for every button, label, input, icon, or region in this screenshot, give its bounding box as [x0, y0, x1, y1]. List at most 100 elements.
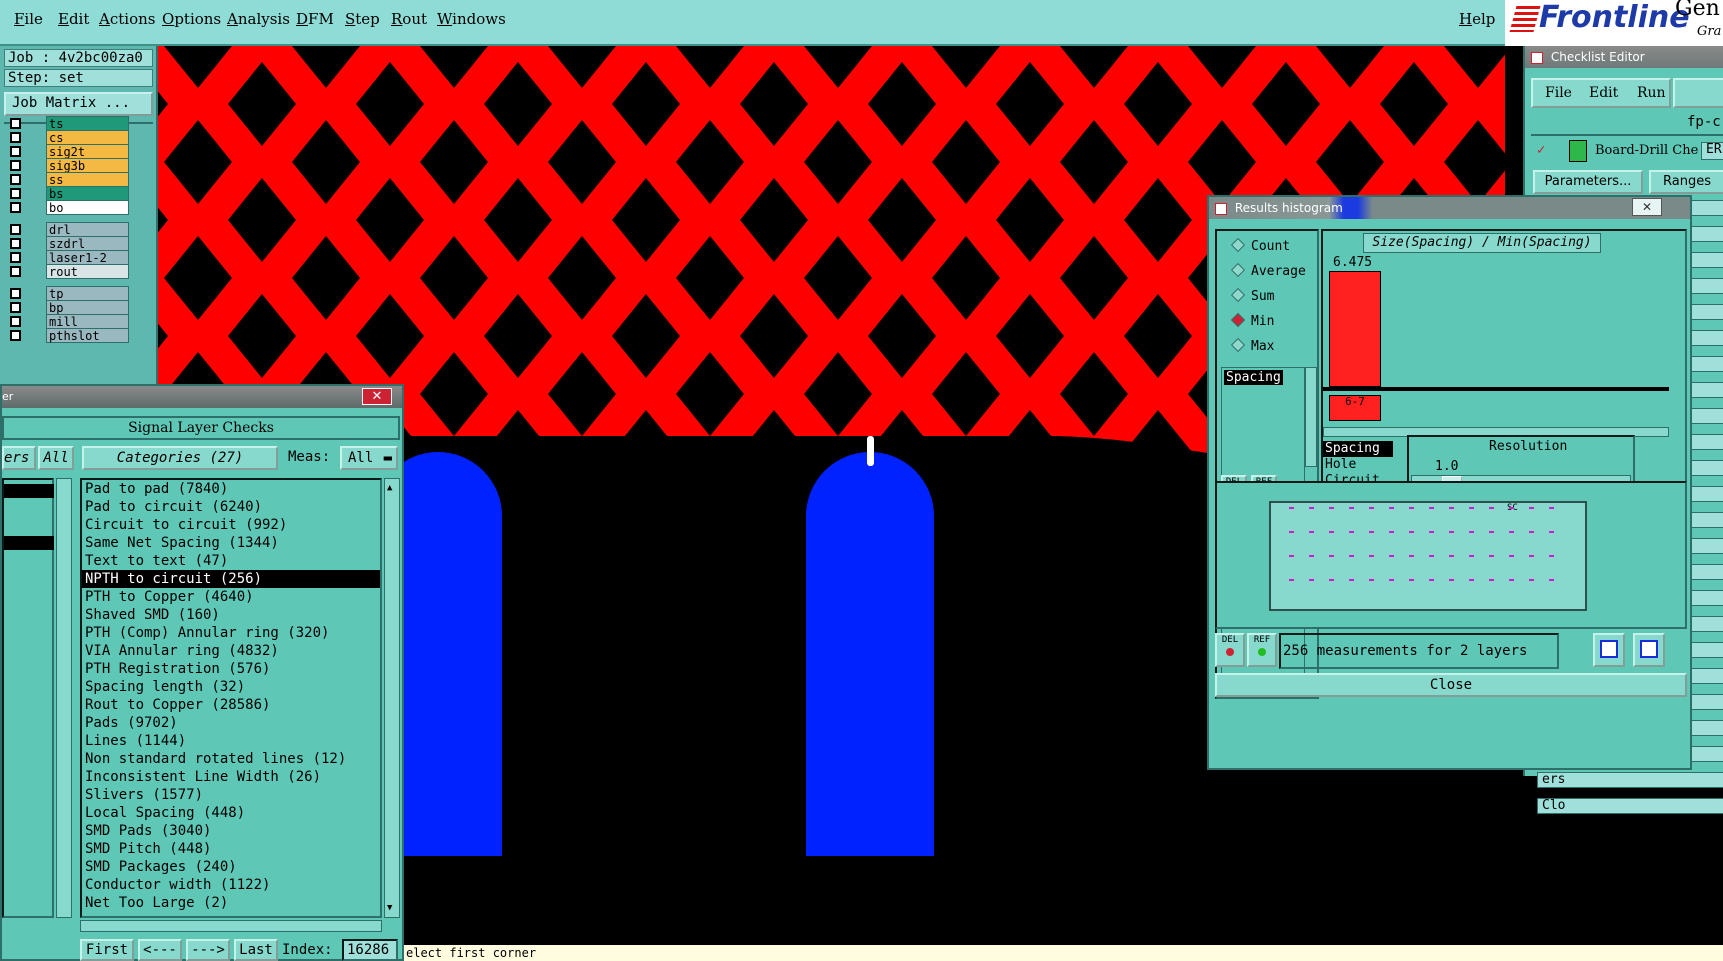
checklist-menu-file[interactable]: File: [1545, 85, 1572, 101]
list-item[interactable]: Conductor width (1122): [82, 876, 380, 894]
checklist-titlebar[interactable]: Checklist Editor: [1525, 46, 1723, 68]
layer-checkbox[interactable]: [10, 302, 21, 313]
list-item[interactable]: [4, 484, 54, 498]
layer-checkbox[interactable]: [10, 330, 21, 341]
list-item[interactable]: Pad to circuit (6240): [82, 498, 380, 516]
checklist-menu-run[interactable]: Run: [1637, 85, 1666, 101]
close-icon[interactable]: ✕: [362, 388, 392, 405]
list-item[interactable]: Same Net Spacing (1344): [82, 534, 380, 552]
layer-row[interactable]: sig2t: [6, 144, 129, 159]
layer-row[interactable]: sig3b: [6, 158, 129, 173]
list-item[interactable]: PTH (Comp) Annular ring (320): [82, 624, 380, 642]
radio-max[interactable]: Max: [1230, 337, 1274, 354]
layer-checkbox[interactable]: [10, 132, 21, 143]
location-map[interactable]: SC: [1269, 501, 1587, 611]
layer-swatch[interactable]: [26, 158, 46, 173]
type-list-scrollbar[interactable]: [1305, 367, 1317, 467]
check-name[interactable]: Board-Drill Che: [1595, 143, 1698, 158]
ref-button-bottom[interactable]: REF: [1247, 633, 1277, 667]
layer-name[interactable]: drl: [46, 222, 129, 237]
meas-select[interactable]: All ▬: [340, 446, 398, 470]
layer-swatch[interactable]: [26, 286, 46, 301]
menu-dfm[interactable]: DFM: [296, 10, 334, 28]
layer-checkbox[interactable]: [10, 188, 21, 199]
del-button-bottom[interactable]: DEL: [1215, 633, 1245, 667]
layer-name[interactable]: sig3b: [46, 158, 129, 173]
list-item[interactable]: Slivers (1577): [82, 786, 380, 804]
check-tick-icon[interactable]: ✓: [1537, 142, 1545, 158]
layer-name[interactable]: tp: [46, 286, 129, 301]
layer-checkbox[interactable]: [10, 202, 21, 213]
layer-row[interactable]: bp: [6, 300, 129, 315]
layer-name[interactable]: ts: [46, 116, 129, 131]
list-item[interactable]: Inconsistent Line Width (26): [82, 768, 380, 786]
layer-name[interactable]: ss: [46, 172, 129, 187]
signal-window-titlebar[interactable]: er ✕: [2, 386, 402, 408]
categories-list[interactable]: Pad to pad (7840) Pad to circuit (6240) Ci…: [80, 478, 382, 918]
layer-swatch[interactable]: [26, 314, 46, 329]
list-item[interactable]: Text to text (47): [82, 552, 380, 570]
menu-step[interactable]: Step: [345, 10, 380, 28]
layer-name[interactable]: cs: [46, 130, 129, 145]
all-layers-button[interactable]: All: [38, 446, 74, 470]
list-item[interactable]: VIA Annular ring (4832): [82, 642, 380, 660]
layer-swatch[interactable]: [26, 130, 46, 145]
layer-row[interactable]: ts: [6, 116, 129, 131]
layer-swatch[interactable]: [26, 222, 46, 237]
histogram-titlebar[interactable]: Results histogram ✕: [1209, 197, 1690, 219]
list-item[interactable]: PTH to Copper (4640): [82, 588, 380, 606]
layer-checkbox[interactable]: [10, 252, 21, 263]
checklist-side-item[interactable]: Clo: [1537, 798, 1723, 814]
list-item[interactable]: Local Spacing (448): [82, 804, 380, 822]
list-item[interactable]: Shaved SMD (160): [82, 606, 380, 624]
radio-sum[interactable]: Sum: [1230, 287, 1274, 304]
layer-checkbox[interactable]: [10, 266, 21, 277]
locate-icon[interactable]: [1633, 633, 1665, 667]
layer-row[interactable]: szdrl: [6, 236, 129, 251]
menu-actions[interactable]: Actions: [99, 10, 155, 28]
layer-checkbox[interactable]: [10, 238, 21, 249]
close-button[interactable]: Close: [1215, 673, 1687, 697]
checklist-menu-edit[interactable]: Edit: [1589, 85, 1618, 101]
layer-swatch[interactable]: [26, 250, 46, 265]
layer-name[interactable]: sig2t: [46, 144, 129, 159]
layer-row[interactable]: laser1-2: [6, 250, 129, 265]
layer-checkbox[interactable]: [10, 288, 21, 299]
layer-swatch[interactable]: [26, 186, 46, 201]
list-item[interactable]: SMD Packages (240): [82, 858, 380, 876]
radio-count[interactable]: Count: [1230, 237, 1290, 254]
categories-button[interactable]: Categories (27): [82, 446, 278, 470]
list-item[interactable]: PTH Registration (576): [82, 660, 380, 678]
layer-swatch[interactable]: [26, 144, 46, 159]
last-button[interactable]: Last: [234, 939, 278, 961]
layer-checkbox[interactable]: [10, 118, 21, 129]
layer-row[interactable]: cs: [6, 130, 129, 145]
layer-swatch[interactable]: [26, 116, 46, 131]
layer-swatch[interactable]: [26, 264, 46, 279]
layer-row[interactable]: pthslot: [6, 328, 129, 343]
layer-checkbox[interactable]: [10, 316, 21, 327]
layer-name[interactable]: mill: [46, 314, 129, 329]
list-item[interactable]: Net Too Large (2): [82, 894, 380, 912]
layer-checkbox[interactable]: [10, 224, 21, 235]
layer-row[interactable]: rout: [6, 264, 129, 279]
menu-file[interactable]: File: [14, 10, 43, 28]
job-matrix-button[interactable]: Job Matrix ...: [4, 92, 153, 116]
layer-checkbox[interactable]: [10, 174, 21, 185]
prev-button[interactable]: <---: [138, 939, 182, 961]
layer-row[interactable]: drl: [6, 222, 129, 237]
ranges-button[interactable]: Ranges: [1649, 170, 1723, 194]
list-item[interactable]: SMD Pads (3040): [82, 822, 380, 840]
list-item[interactable]: SMD Pitch (448): [82, 840, 380, 858]
list-item[interactable]: Pad to pad (7840): [82, 480, 380, 498]
layer-name[interactable]: rout: [46, 264, 129, 279]
layer-row[interactable]: mill: [6, 314, 129, 329]
menu-windows[interactable]: Windows: [437, 10, 506, 28]
list-item[interactable]: Hole: [1323, 457, 1393, 473]
list-item[interactable]: Non standard rotated lines (12): [82, 750, 380, 768]
layer-name[interactable]: bp: [46, 300, 129, 315]
radio-average[interactable]: Average: [1230, 262, 1306, 279]
list-item[interactable]: Lines (1144): [82, 732, 380, 750]
menu-edit[interactable]: Edit: [58, 10, 89, 28]
layer-name[interactable]: bs: [46, 186, 129, 201]
